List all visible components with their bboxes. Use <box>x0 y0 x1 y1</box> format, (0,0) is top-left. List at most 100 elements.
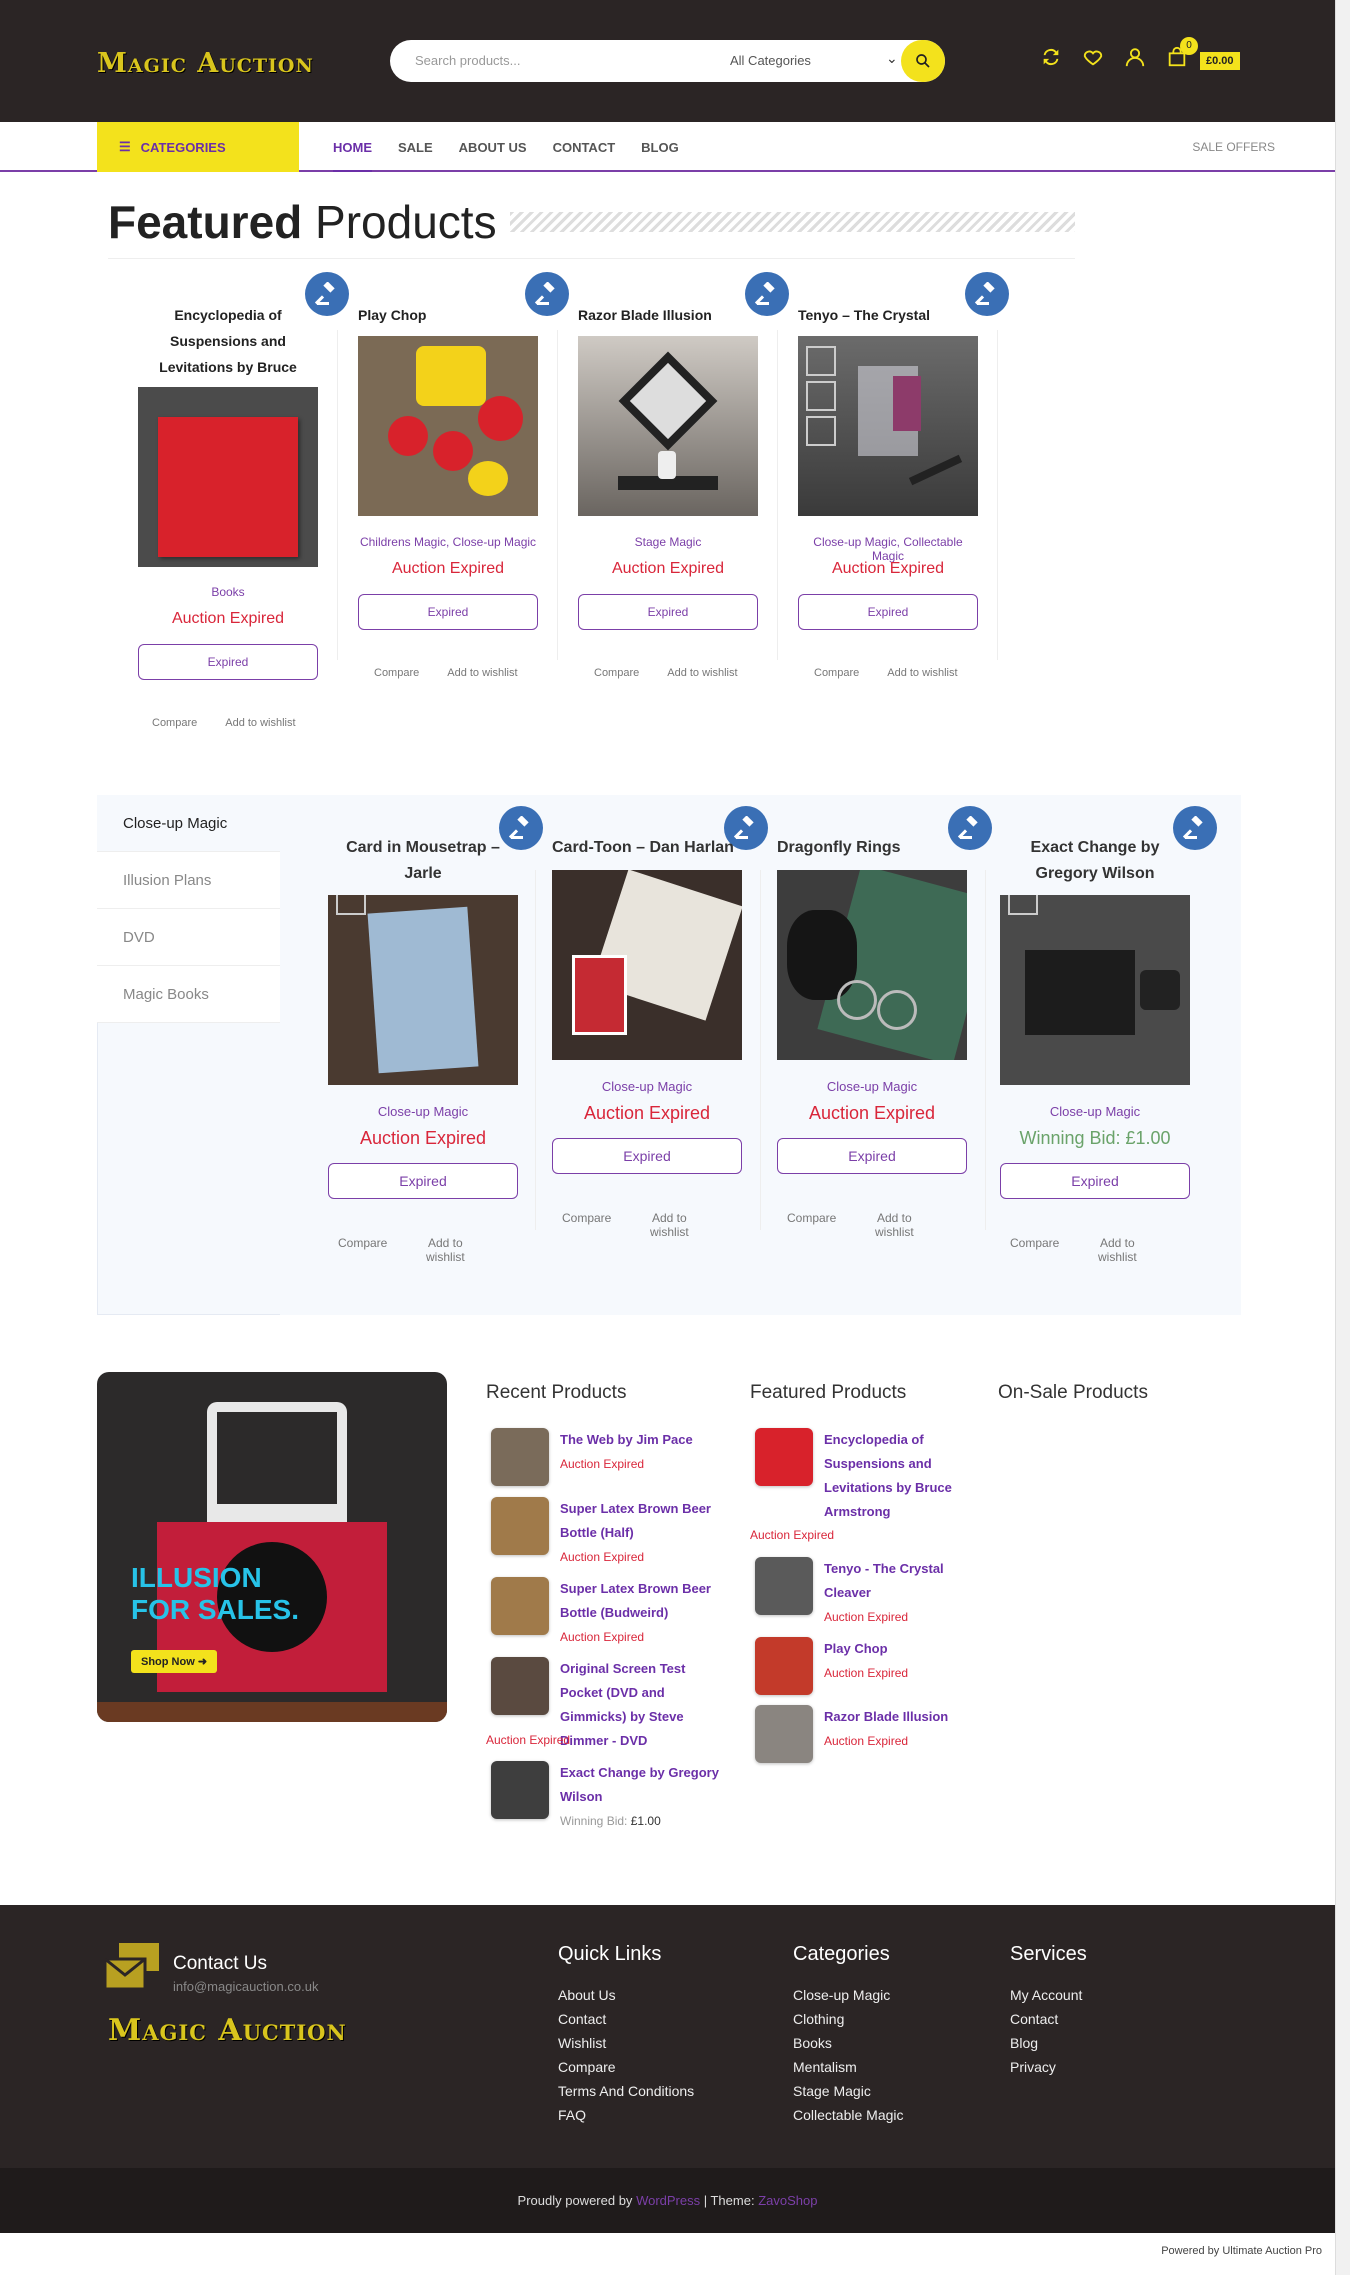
product-thumb[interactable] <box>491 1577 549 1635</box>
footer-cat-stage[interactable]: Stage Magic <box>793 2083 871 2099</box>
product-name[interactable]: Razor Blade Illusion <box>578 302 758 328</box>
product-name[interactable]: Card-Toon – Dan Harlan <box>552 835 752 861</box>
compare-link[interactable]: Compare <box>814 667 859 679</box>
widget-product-name[interactable]: Tenyo - The Crystal Cleaver <box>824 1557 964 1605</box>
cart-total[interactable]: £0.00 <box>1200 52 1240 70</box>
footer-cat-close-up[interactable]: Close-up Magic <box>793 1987 890 2003</box>
shop-now-button[interactable]: Shop Now ➜ <box>131 1650 218 1673</box>
product-name[interactable]: Play Chop <box>358 302 538 328</box>
product-category[interactable]: Close-up Magic <box>453 535 536 549</box>
product-image[interactable] <box>138 387 318 567</box>
nav-contact[interactable]: CONTACT <box>553 140 616 172</box>
product-image[interactable] <box>578 336 758 516</box>
theme-link[interactable]: ZavoShop <box>758 2193 817 2208</box>
footer-service-privacy[interactable]: Privacy <box>1010 2059 1056 2075</box>
tab-illusion-plans[interactable]: Illusion Plans <box>97 852 280 909</box>
expired-button[interactable]: Expired <box>578 594 758 630</box>
product-category[interactable]: Books <box>138 585 318 599</box>
footer-link-faq[interactable]: FAQ <box>558 2107 586 2123</box>
footer-service-contact[interactable]: Contact <box>1010 2011 1058 2027</box>
product-name[interactable]: Card in Mousetrap – Jarle <box>328 835 518 887</box>
widget-product-name[interactable]: The Web by Jim Pace <box>560 1428 720 1452</box>
footer-link-about[interactable]: About Us <box>558 1987 616 2003</box>
product-category[interactable]: Close-up Magic <box>552 1079 742 1094</box>
footer-service-blog[interactable]: Blog <box>1010 2035 1038 2051</box>
footer-cat-clothing[interactable]: Clothing <box>793 2011 844 2027</box>
product-image[interactable] <box>358 336 538 516</box>
nav-about[interactable]: ABOUT US <box>459 140 527 172</box>
add-to-wishlist-link[interactable]: Add to wishlist <box>415 1236 475 1264</box>
product-category[interactable]: Stage Magic <box>578 535 758 549</box>
compare-link[interactable]: Compare <box>787 1211 836 1239</box>
product-image[interactable] <box>777 870 967 1060</box>
widget-product-name[interactable]: Razor Blade Illusion <box>824 1705 964 1729</box>
footer-link-contact[interactable]: Contact <box>558 2011 606 2027</box>
expired-button[interactable]: Expired <box>777 1138 967 1174</box>
add-to-wishlist-link[interactable]: Add to wishlist <box>639 1211 699 1239</box>
promo-banner[interactable]: ILLUSION FOR SALES. Shop Now ➜ <box>97 1372 447 1722</box>
expired-button[interactable]: Expired <box>552 1138 742 1174</box>
widget-product-name[interactable]: Encyclopedia of Suspensions and Levitati… <box>824 1428 964 1524</box>
tab-magic-books[interactable]: Magic Books <box>97 966 280 1023</box>
nav-blog[interactable]: BLOG <box>641 140 679 172</box>
site-logo[interactable]: Magic Auction <box>97 48 314 79</box>
tab-dvd[interactable]: DVD <box>97 909 280 966</box>
add-to-wishlist-link[interactable]: Add to wishlist <box>864 1211 924 1239</box>
expired-button[interactable]: Expired <box>328 1163 518 1199</box>
footer-cat-collectable[interactable]: Collectable Magic <box>793 2107 904 2123</box>
product-thumb[interactable] <box>491 1428 549 1486</box>
product-image[interactable] <box>798 336 978 516</box>
expired-button[interactable]: Expired <box>358 594 538 630</box>
compare-link[interactable]: Compare <box>594 667 639 679</box>
product-category[interactable]: Close-up Magic <box>777 1079 967 1094</box>
product-image[interactable] <box>328 895 518 1085</box>
product-category[interactable]: Close-up Magic <box>1000 1104 1190 1119</box>
add-to-wishlist-link[interactable]: Add to wishlist <box>1087 1236 1147 1264</box>
expired-button[interactable]: Expired <box>138 644 318 680</box>
widget-product-name[interactable]: Original Screen Test Pocket (DVD and Gim… <box>560 1657 725 1753</box>
product-thumb[interactable] <box>755 1705 813 1763</box>
product-thumb[interactable] <box>755 1428 813 1486</box>
footer-link-compare[interactable]: Compare <box>558 2059 616 2075</box>
widget-product-name[interactable]: Exact Change by Gregory Wilson <box>560 1761 720 1809</box>
nav-sale[interactable]: SALE <box>398 140 433 172</box>
sale-offers-link[interactable]: SALE OFFERS <box>1192 140 1275 154</box>
add-to-wishlist-link[interactable]: Add to wishlist <box>447 667 517 679</box>
user-icon[interactable] <box>1124 46 1146 68</box>
categories-button[interactable]: ☰ CATEGORIES <box>97 122 299 172</box>
product-thumb[interactable] <box>491 1761 549 1819</box>
compare-link[interactable]: Compare <box>374 667 419 679</box>
footer-cat-mentalism[interactable]: Mentalism <box>793 2059 857 2075</box>
footer-service-account[interactable]: My Account <box>1010 1987 1082 2003</box>
product-image[interactable] <box>1000 895 1190 1085</box>
expired-button[interactable]: Expired <box>798 594 978 630</box>
expired-button[interactable]: Expired <box>1000 1163 1190 1199</box>
product-category[interactable]: Close-up Magic <box>328 1104 518 1119</box>
product-thumb[interactable] <box>491 1657 549 1715</box>
widget-product-name[interactable]: Play Chop <box>824 1637 964 1661</box>
nav-home[interactable]: HOME <box>333 140 372 172</box>
compare-link[interactable]: Compare <box>1010 1236 1059 1264</box>
footer-logo[interactable]: Magic Auction <box>108 2013 347 2048</box>
compare-link[interactable]: Compare <box>338 1236 387 1264</box>
product-thumb[interactable] <box>755 1557 813 1615</box>
tab-close-up-magic[interactable]: Close-up Magic <box>97 795 280 852</box>
product-name[interactable]: Exact Change by Gregory Wilson <box>1000 835 1190 887</box>
category-select[interactable]: All Categories <box>730 53 811 68</box>
product-category[interactable]: Close-up Magic <box>813 535 896 549</box>
compare-link[interactable]: Compare <box>152 717 197 729</box>
add-to-wishlist-link[interactable]: Add to wishlist <box>667 667 737 679</box>
compare-link[interactable]: Compare <box>562 1211 611 1239</box>
footer-link-terms[interactable]: Terms And Conditions <box>558 2083 694 2099</box>
widget-product-name[interactable]: Super Latex Brown Beer Bottle (Half) <box>560 1497 720 1545</box>
search-button[interactable] <box>901 40 945 82</box>
search-input[interactable]: Search products... <box>415 53 521 68</box>
product-thumb[interactable] <box>491 1497 549 1555</box>
widget-product-name[interactable]: Super Latex Brown Beer Bottle (Budweird) <box>560 1577 720 1625</box>
add-to-wishlist-link[interactable]: Add to wishlist <box>887 667 957 679</box>
compare-icon[interactable] <box>1040 46 1062 68</box>
product-category[interactable]: Childrens Magic <box>360 535 446 549</box>
add-to-wishlist-link[interactable]: Add to wishlist <box>225 717 295 729</box>
product-image[interactable] <box>552 870 742 1060</box>
contact-email[interactable]: info@magicauction.co.uk <box>173 1979 318 1994</box>
